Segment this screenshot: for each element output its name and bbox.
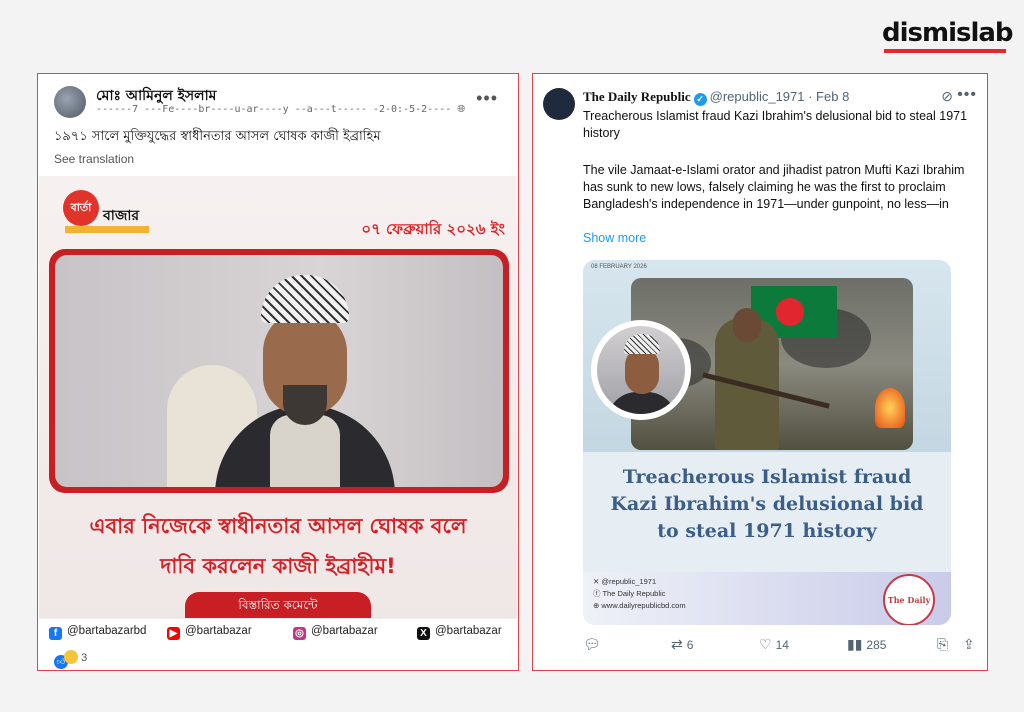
media-links: ✕ @republic_1971 ⓕ The Daily Republic ⊕ … xyxy=(593,576,686,612)
post-media[interactable]: 08 FEBRUARY 2026 Treacherous Islamist fr… xyxy=(583,260,951,625)
person-cap xyxy=(624,334,660,354)
verified-badge-icon: ✓ xyxy=(693,93,707,106)
media-headline-line3: to steal 1971 history xyxy=(657,520,877,542)
social-youtube: ▶ @bartabazar xyxy=(167,625,252,640)
daily-republic-logo: The Daily Republic xyxy=(883,574,935,625)
more-options-button[interactable]: ••• xyxy=(957,86,977,104)
reactions-summary[interactable]: 👍︎ 3 xyxy=(54,650,87,669)
x-icon: X xyxy=(417,627,430,640)
card-headline-line2: দাবি করলেন কাজী ইব্রাহীম! xyxy=(160,554,396,578)
card-cta: বিস্তারিত কমেন্টে xyxy=(185,592,371,618)
media-headline: Treacherous Islamist fraud Kazi Ibrahim'… xyxy=(583,464,951,545)
post-actions: 💬︎ ⇄ 6 ♡ 14 ▮▮ 285 ⎘ ⇪ xyxy=(583,636,978,656)
post-image[interactable]: বার্তা বাজার ০৭ ফেব্রুয়ারি ২০২৬ ইং এবার… xyxy=(39,176,517,626)
globe-icon: 🌐︎ xyxy=(457,104,466,115)
post-header: The Daily Republic ✓ @republic_1971 · Feb … xyxy=(583,89,849,106)
heart-icon: ♡ xyxy=(759,636,772,652)
display-name[interactable]: The Daily Republic xyxy=(583,89,691,104)
social-handles-bar: f @bartabazarbd ▶ @bartabazar ◎ @bartabazar… xyxy=(39,618,517,645)
more-options-button[interactable]: ••• xyxy=(476,88,498,109)
social-handle: @bartabazar xyxy=(435,625,502,637)
flag-disc xyxy=(776,298,804,326)
instagram-icon: ◎ xyxy=(293,627,306,640)
brand-underline xyxy=(884,49,1006,53)
social-x: X @bartabazar xyxy=(417,625,502,640)
social-handle: @bartabazar xyxy=(311,625,378,637)
media-link-text: @republic_1971 xyxy=(601,577,657,586)
media-date: 08 FEBRUARY 2026 xyxy=(591,264,647,270)
avatar[interactable] xyxy=(54,86,86,118)
media-link-text: www.dailyrepublicbd.com xyxy=(601,601,686,610)
media-link-text: The Daily Republic xyxy=(602,589,666,598)
grok-icon[interactable]: ⊘ xyxy=(941,88,953,105)
media-link-x: ✕ @republic_1971 xyxy=(593,576,686,588)
repost-count: 6 xyxy=(686,638,694,652)
like-count: 14 xyxy=(775,638,789,652)
portrait-inset xyxy=(597,326,685,414)
fire xyxy=(875,388,905,428)
post-timestamp[interactable]: ------7 ---Fe----br----u-ar----y --a---t… xyxy=(96,104,451,115)
facebook-post-card: মোঃ আমিনুল ইসলাম ------7 ---Fe----br----… xyxy=(37,73,519,671)
post-title: Treacherous Islamist fraud Kazi Ibrahim'… xyxy=(583,109,968,140)
share-button[interactable]: ⇪ xyxy=(963,636,979,653)
person-cap xyxy=(261,275,349,323)
bartabazar-logo: বার্তা xyxy=(63,190,99,226)
portrait-photo xyxy=(55,255,503,487)
post-body: The vile Jamaat-e-Islami orator and jiha… xyxy=(583,163,965,211)
show-more-link[interactable]: Show more xyxy=(583,231,646,245)
views-icon: ▮▮ xyxy=(847,636,863,652)
social-facebook: f @bartabazarbd xyxy=(49,625,146,640)
media-headline-line2: Kazi Ibrahim's delusional bid xyxy=(610,493,924,515)
bookmark-button[interactable]: ⎘ xyxy=(937,636,952,653)
social-handle: @bartabazar xyxy=(185,625,252,637)
bookmark-icon: ⎘ xyxy=(937,636,949,652)
youtube-icon: ▶ xyxy=(167,627,180,640)
facebook-icon: f xyxy=(49,627,62,640)
media-link-web: ⊕ www.dailyrepublicbd.com xyxy=(593,600,686,612)
bartabazar-name: বাজার xyxy=(103,208,140,224)
reply-icon: 💬︎ xyxy=(583,636,601,652)
reactions-count: 3 xyxy=(81,652,88,664)
post-caption: ১৯৭১ সালে মুক্তিযুদ্ধের স্বাধীনতার আসল ঘ… xyxy=(54,129,381,144)
views-button[interactable]: ▮▮ 285 xyxy=(847,636,886,653)
person-shirt xyxy=(270,415,340,487)
social-instagram: ◎ @bartabazar xyxy=(293,625,378,640)
reply-button[interactable]: 💬︎ xyxy=(583,636,605,653)
soldier-head xyxy=(733,308,761,342)
x-post-card: The Daily Republic ✓ @republic_1971 · Feb … xyxy=(532,73,988,671)
brand-logo: dismislab xyxy=(882,18,1014,48)
see-translation-link[interactable]: See translation xyxy=(54,152,134,166)
haha-reaction-icon xyxy=(64,650,78,664)
media-link-facebook: ⓕ The Daily Republic xyxy=(593,588,686,600)
repost-icon: ⇄ xyxy=(671,636,683,652)
handle-and-time[interactable]: @republic_1971 · Feb 8 xyxy=(710,89,850,104)
views-count: 285 xyxy=(866,638,887,652)
logo-strip xyxy=(65,226,149,233)
like-button[interactable]: ♡ 14 xyxy=(759,636,789,653)
person-face xyxy=(625,348,659,394)
card-date: ০৭ ফেব্রুয়ারি ২০২৬ ইং xyxy=(361,220,505,238)
media-headline-line1: Treacherous Islamist fraud xyxy=(622,466,912,488)
avatar[interactable] xyxy=(543,88,575,120)
person-body xyxy=(607,392,677,414)
social-handle: @bartabazarbd xyxy=(67,625,147,637)
media-footer: ✕ @republic_1971 ⓕ The Daily Republic ⊕ … xyxy=(583,572,951,625)
card-headline-line1: এবার নিজেকে স্বাধীনতার আসল ঘোষক বলে xyxy=(89,514,467,538)
post-meta: ------7 ---Fe----br----u-ar----y --a---t… xyxy=(96,104,465,115)
media-illustration: 08 FEBRUARY 2026 xyxy=(583,260,951,452)
share-icon: ⇪ xyxy=(963,636,975,652)
repost-button[interactable]: ⇄ 6 xyxy=(671,636,693,653)
